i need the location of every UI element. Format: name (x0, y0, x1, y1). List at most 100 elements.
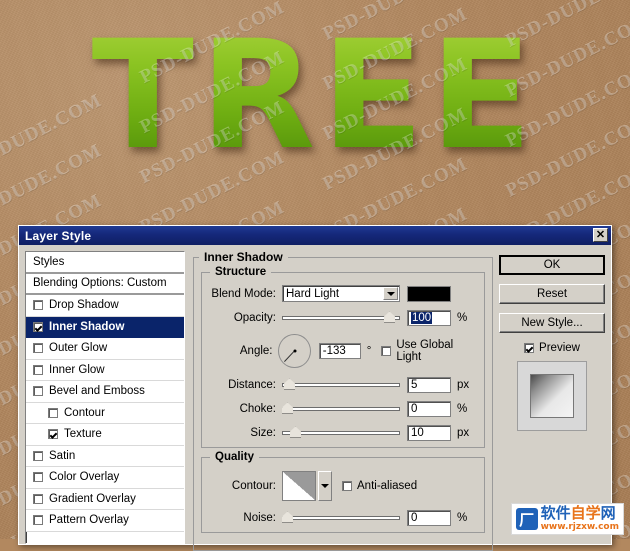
size-label: Size: (250, 426, 276, 439)
styles-list-item-label: Contour (64, 406, 105, 419)
size-slider[interactable] (282, 426, 400, 440)
choke-unit: % (457, 402, 468, 415)
opacity-slider[interactable] (282, 311, 400, 325)
styles-list-item-outer-glow[interactable]: Outer Glow (26, 338, 184, 360)
checkbox-icon[interactable] (33, 343, 43, 354)
quality-legend: Quality (210, 451, 259, 463)
size-input[interactable]: 10 (407, 424, 451, 441)
contour-dropdown-icon[interactable] (318, 471, 332, 501)
structure-group: Structure Blend Mode: Hard Light Opacity… (201, 266, 485, 448)
new-style-button[interactable]: New Style... (499, 313, 605, 333)
angle-center-dot (293, 349, 297, 353)
blend-mode-value: Hard Light (286, 287, 340, 300)
contour-curve-icon (283, 472, 315, 500)
distance-unit: px (457, 378, 470, 391)
distance-slider[interactable] (282, 378, 400, 392)
noise-unit: % (457, 511, 468, 524)
checkbox-icon (381, 346, 392, 356)
settings-panel: Inner Shadow Structure Blend Mode: Hard … (193, 250, 493, 551)
opacity-row: Opacity: 100 % (210, 309, 476, 326)
checkbox-icon[interactable] (33, 300, 43, 311)
choke-row: Choke: 0 % (210, 400, 476, 417)
logo-url: www.rjzxw.com (540, 522, 619, 532)
ok-button[interactable]: OK (499, 255, 605, 275)
tree-text: TREE (91, 9, 539, 183)
noise-slider[interactable] (282, 511, 400, 525)
size-row: Size: 10 px (210, 424, 476, 441)
styles-list-item-inner-shadow[interactable]: Inner Shadow (26, 316, 184, 338)
opacity-input[interactable]: 100 (407, 309, 451, 326)
dialog-titlebar[interactable]: Layer Style ✕ (19, 226, 611, 245)
opacity-label: Opacity: (233, 311, 276, 324)
checkbox-icon[interactable] (33, 386, 43, 397)
choke-input[interactable]: 0 (407, 400, 451, 417)
styles-list-item-label: Gradient Overlay (49, 492, 136, 505)
checkbox-icon[interactable] (48, 429, 58, 440)
chevron-down-icon[interactable] (383, 287, 398, 300)
blend-mode-select[interactable]: Hard Light (282, 285, 400, 302)
styles-list-item-styles[interactable]: Styles (26, 252, 184, 274)
preview-checkbox[interactable]: Preview (499, 342, 605, 354)
noise-thumb[interactable] (282, 511, 293, 523)
noise-label: Noise: (243, 511, 276, 524)
contour-row: Contour: Anti-aliased (210, 470, 476, 502)
anti-aliased-label: Anti-aliased (357, 480, 418, 492)
styles-list-item-drop-shadow[interactable]: Drop Shadow (26, 295, 184, 317)
angle-dial[interactable] (278, 334, 311, 368)
blend-mode-label: Blend Mode: (211, 287, 276, 300)
dialog-body: Styles Blending Options: Custom Drop Shado… (19, 245, 611, 551)
choke-thumb[interactable] (282, 402, 293, 414)
distance-input[interactable]: 5 (407, 376, 451, 393)
structure-legend: Structure (210, 266, 272, 278)
blend-mode-row: Blend Mode: Hard Light (210, 285, 476, 302)
site-logo: 厂 软件自学网 www.rjzxw.com (510, 503, 624, 535)
styles-list-item-gradient-overlay[interactable]: Gradient Overlay (26, 488, 184, 510)
angle-input[interactable]: -133 (318, 343, 361, 359)
styles-list-item-contour[interactable]: Contour (26, 402, 184, 424)
styles-list-item-label: Inner Shadow (49, 320, 125, 333)
logo-chinese-name: 软件自学网 (540, 504, 616, 522)
styles-list-item-pattern-overlay[interactable]: Pattern Overlay (26, 510, 184, 532)
contour-label: Contour: (231, 480, 276, 492)
checkbox-icon[interactable] (33, 321, 43, 332)
checkbox-icon[interactable] (33, 493, 43, 504)
opacity-track (282, 315, 400, 320)
styles-list-item-label: Texture (64, 428, 102, 441)
reset-button[interactable]: Reset (499, 284, 605, 304)
styles-list-item-label: Bevel and Emboss (49, 385, 145, 398)
styles-list-item-texture[interactable]: Texture (26, 424, 184, 446)
styles-list[interactable]: Styles Blending Options: Custom Drop Shado… (25, 251, 185, 544)
styles-list-item-label: Inner Glow (49, 363, 105, 376)
checkbox-icon (524, 343, 535, 353)
styles-list-item-blending-options-custom[interactable]: Blending Options: Custom (26, 273, 184, 295)
noise-row: Noise: 0 % (210, 509, 476, 526)
shadow-color-swatch[interactable] (407, 285, 451, 302)
checkbox-icon[interactable] (33, 450, 43, 461)
checkbox-icon[interactable] (33, 472, 43, 483)
choke-label: Choke: (239, 402, 276, 415)
styles-list-item-label: Outer Glow (49, 342, 108, 355)
preview-label: Preview (539, 342, 580, 354)
close-icon[interactable]: ✕ (593, 228, 608, 242)
styles-list-item-bevel-and-emboss[interactable]: Bevel and Emboss (26, 381, 184, 403)
styles-list-item-label: Pattern Overlay (49, 514, 129, 527)
noise-input[interactable]: 0 (407, 509, 451, 526)
opacity-thumb[interactable] (384, 311, 395, 323)
dialog-title: Layer Style (25, 228, 92, 243)
contour-preview[interactable] (282, 471, 316, 501)
dialog-buttons: OK Reset New Style... Preview (499, 251, 605, 544)
styles-list-item-inner-glow[interactable]: Inner Glow (26, 359, 184, 381)
choke-track (282, 406, 400, 411)
anti-aliased-checkbox[interactable]: Anti-aliased (342, 480, 417, 492)
checkbox-icon[interactable] (33, 364, 43, 375)
styles-list-item-color-overlay[interactable]: Color Overlay (26, 467, 184, 489)
checkbox-icon[interactable] (33, 515, 43, 526)
checkbox-icon[interactable] (48, 407, 58, 418)
size-thumb[interactable] (290, 426, 301, 438)
section-frame: Structure Blend Mode: Hard Light Opacity… (193, 257, 493, 551)
styles-list-item-satin[interactable]: Satin (26, 445, 184, 467)
use-global-light-checkbox[interactable]: Use Global Light (381, 339, 476, 363)
choke-slider[interactable] (282, 402, 400, 416)
distance-thumb[interactable] (284, 378, 295, 390)
angle-row: Angle: -133 ° Use Global Light (210, 333, 476, 369)
